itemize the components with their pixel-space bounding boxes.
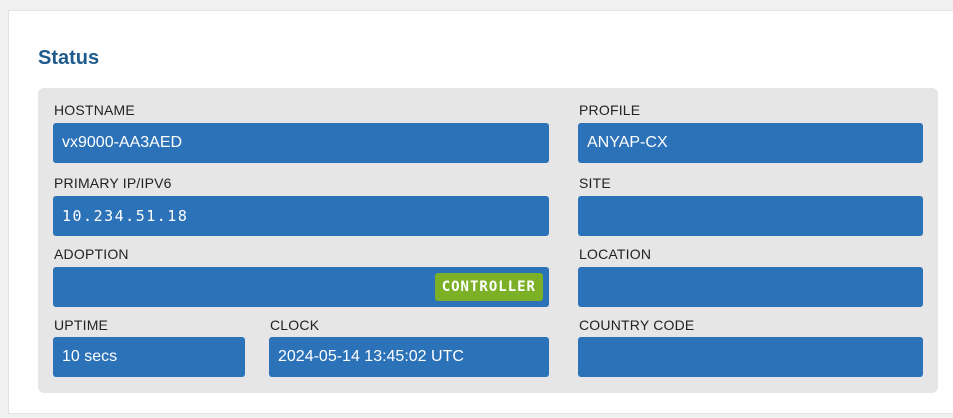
status-panel: HOSTNAME vx9000-AA3AED PROFILE ANYAP-CX … xyxy=(38,88,938,393)
clock-field[interactable]: 2024-05-14 13:45:02 UTC xyxy=(269,337,549,377)
primary-ip-field[interactable]: 10.234.51.18 xyxy=(53,196,549,236)
uptime-label: UPTIME xyxy=(54,317,109,333)
controller-badge: CONTROLLER xyxy=(434,273,543,301)
profile-label: PROFILE xyxy=(579,102,641,118)
site-label: SITE xyxy=(579,175,611,191)
country-code-field[interactable] xyxy=(578,337,923,377)
uptime-field[interactable]: 10 secs xyxy=(53,337,245,377)
status-title: Status xyxy=(38,47,100,69)
adoption-label: ADOPTION xyxy=(54,246,129,262)
primary-ip-label: PRIMARY IP/IPV6 xyxy=(54,175,172,191)
adoption-field[interactable]: CONTROLLER xyxy=(53,267,549,307)
hostname-field[interactable]: vx9000-AA3AED xyxy=(53,123,549,163)
location-field[interactable] xyxy=(578,267,923,307)
site-field[interactable] xyxy=(578,196,923,236)
hostname-label: HOSTNAME xyxy=(54,102,135,118)
clock-label: CLOCK xyxy=(270,317,320,333)
location-label: LOCATION xyxy=(579,246,652,262)
profile-field[interactable]: ANYAP-CX xyxy=(578,123,923,163)
country-code-label: COUNTRY CODE xyxy=(579,317,695,333)
